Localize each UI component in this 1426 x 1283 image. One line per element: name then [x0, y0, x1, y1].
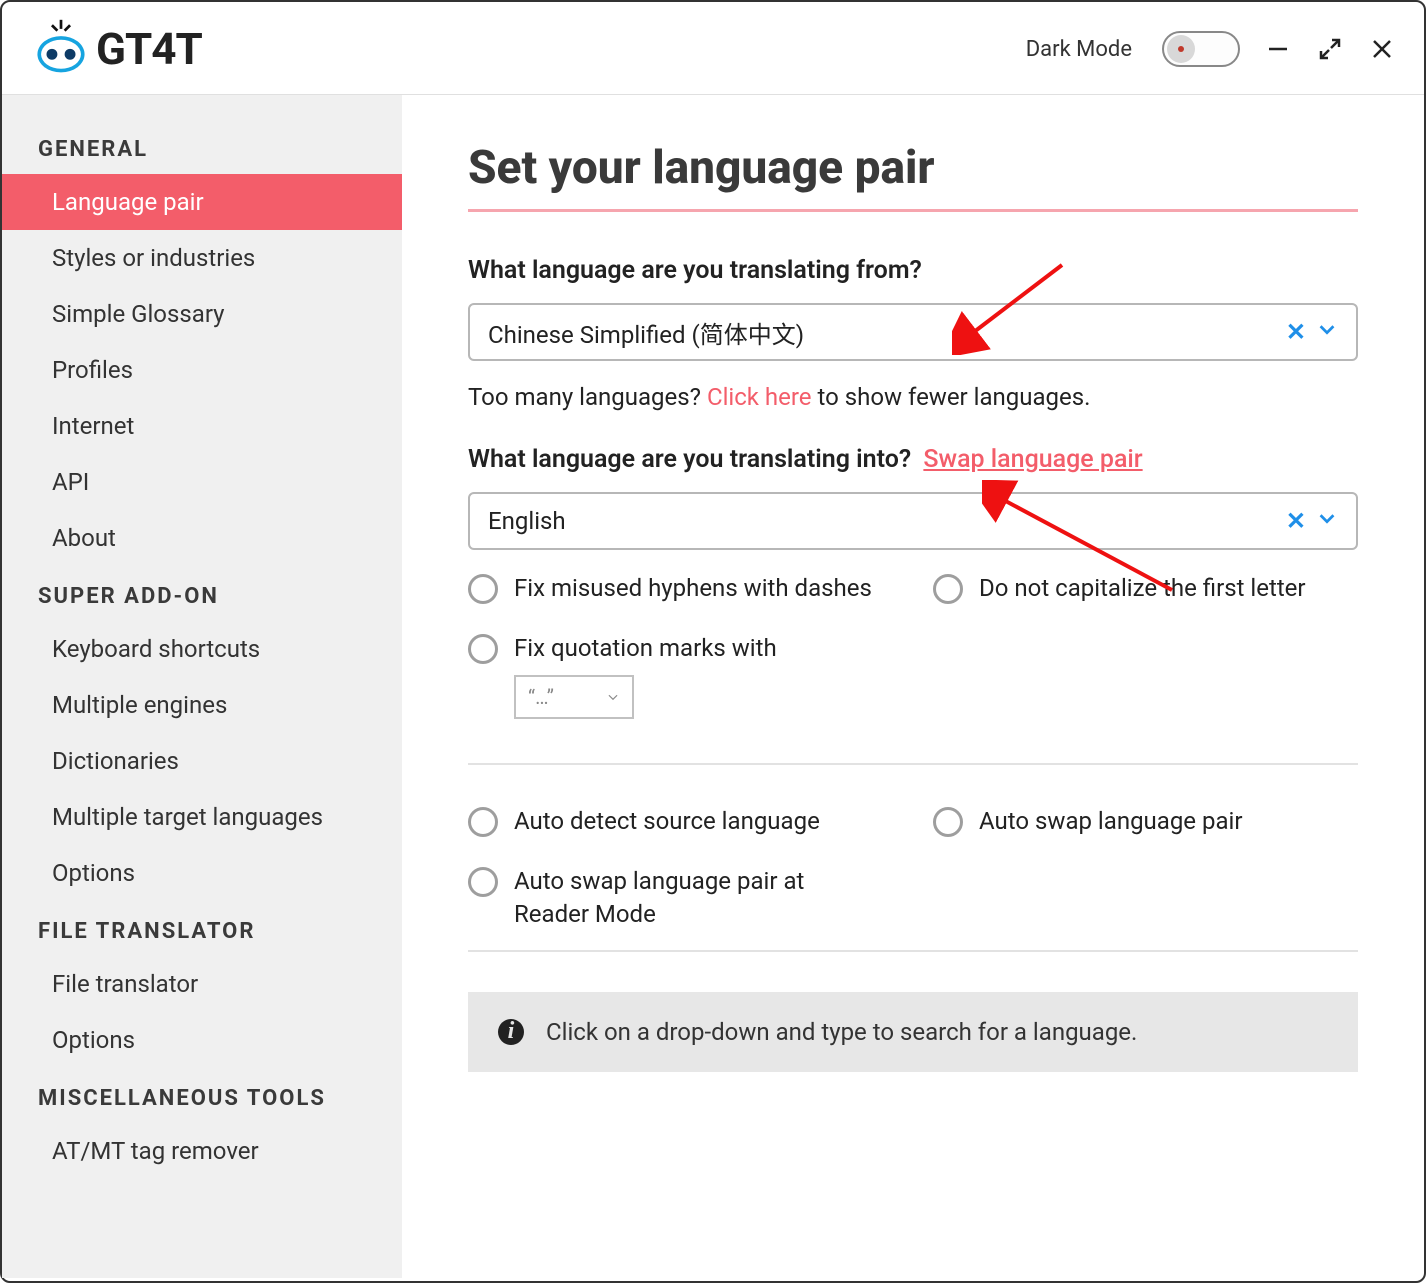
into-question: What language are you translating into? …: [468, 445, 1358, 474]
sidebar-item-styles-or-industries[interactable]: Styles or industries: [2, 230, 402, 286]
sidebar-item-simple-glossary[interactable]: Simple Glossary: [2, 286, 402, 342]
target-language-value: English: [488, 507, 566, 535]
sidebar-item-internet[interactable]: Internet: [2, 398, 402, 454]
chevron-down-icon[interactable]: [1316, 318, 1338, 346]
dark-mode-label: Dark Mode: [1026, 37, 1132, 62]
info-banner-text: Click on a drop-down and type to search …: [546, 1018, 1137, 1046]
sidebar-item-profiles[interactable]: Profiles: [2, 342, 402, 398]
sidebar[interactable]: General Language pair Styles or industri…: [2, 95, 402, 1278]
option-label: Auto swap language pair at Reader Mode: [514, 865, 814, 930]
toggle-knob: [1167, 35, 1195, 63]
divider: [468, 950, 1358, 952]
radio-icon: [933, 574, 963, 604]
source-language-value: Chinese Simplified (简体中文): [488, 315, 804, 350]
radio-icon: [933, 807, 963, 837]
minimize-button[interactable]: [1264, 35, 1292, 63]
source-language-dropdown[interactable]: Chinese Simplified (简体中文) ✕: [468, 303, 1358, 361]
info-icon: i: [498, 1019, 524, 1045]
brand-text: GT4T: [96, 23, 202, 75]
maximize-button[interactable]: [1316, 35, 1344, 63]
sidebar-item-file-options[interactable]: Options: [2, 1012, 402, 1068]
dark-mode-toggle[interactable]: [1162, 31, 1240, 67]
target-language-dropdown[interactable]: English ✕: [468, 492, 1358, 550]
sidebar-item-multiple-target-languages[interactable]: Multiple target languages: [2, 789, 402, 845]
brand: GT4T: [32, 18, 202, 80]
option-label: Do not capitalize the first letter: [979, 572, 1306, 604]
radio-icon: [468, 574, 498, 604]
main-content: Set your language pair What language are…: [402, 95, 1424, 1278]
chevron-down-icon[interactable]: [1316, 507, 1338, 535]
option-auto-swap[interactable]: Auto swap language pair: [933, 805, 1358, 837]
window-controls: Dark Mode: [1026, 31, 1396, 67]
option-label: Auto swap language pair: [979, 805, 1242, 837]
sidebar-group-super-add-on: Super Add-on: [2, 566, 402, 621]
titlebar: GT4T Dark Mode: [2, 2, 1424, 95]
too-many-languages-helper: Too many languages? Click here to show f…: [468, 383, 1358, 411]
quote-style-dropdown[interactable]: “…”: [514, 675, 634, 719]
quote-style-value: “…”: [528, 685, 554, 709]
option-label: Auto detect source language: [514, 805, 820, 837]
into-question-text: What language are you translating into?: [468, 445, 911, 474]
brand-robot-icon: [32, 18, 90, 80]
sidebar-item-keyboard-shortcuts[interactable]: Keyboard shortcuts: [2, 621, 402, 677]
option-auto-swap-reader[interactable]: Auto swap language pair at Reader Mode: [468, 865, 893, 930]
sidebar-group-general: General: [2, 119, 402, 174]
info-banner: i Click on a drop-down and type to searc…: [468, 992, 1358, 1072]
sidebar-item-dictionaries[interactable]: Dictionaries: [2, 733, 402, 789]
option-label: Fix quotation marks with: [514, 632, 777, 664]
option-auto-detect[interactable]: Auto detect source language: [468, 805, 893, 837]
sidebar-item-super-options[interactable]: Options: [2, 845, 402, 901]
option-no-capitalize[interactable]: Do not capitalize the first letter: [933, 572, 1358, 604]
target-clear-icon[interactable]: ✕: [1286, 507, 1306, 535]
sidebar-group-file-translator: File Translator: [2, 901, 402, 956]
radio-icon: [468, 634, 498, 664]
sidebar-item-file-translator[interactable]: File translator: [2, 956, 402, 1012]
helper-pre: Too many languages?: [468, 383, 707, 411]
sidebar-item-language-pair[interactable]: Language pair: [2, 174, 402, 230]
helper-post: to show fewer languages.: [812, 383, 1091, 411]
from-question: What language are you translating from?: [468, 256, 1358, 285]
options-block-2: Auto detect source language Auto swap la…: [468, 805, 1358, 930]
sidebar-group-miscellaneous-tools: Miscellaneous Tools: [2, 1068, 402, 1123]
radio-icon: [468, 867, 498, 897]
source-clear-icon[interactable]: ✕: [1286, 318, 1306, 346]
option-fix-quotes[interactable]: Fix quotation marks with “…”: [468, 632, 893, 718]
close-button[interactable]: [1368, 35, 1396, 63]
page-title: Set your language pair: [468, 141, 1358, 212]
sidebar-item-multiple-engines[interactable]: Multiple engines: [2, 677, 402, 733]
sidebar-item-api[interactable]: API: [2, 454, 402, 510]
show-fewer-languages-link[interactable]: Click here: [707, 383, 812, 411]
option-fix-hyphens[interactable]: Fix misused hyphens with dashes: [468, 572, 893, 604]
radio-icon: [468, 807, 498, 837]
sidebar-item-about[interactable]: About: [2, 510, 402, 566]
swap-language-pair-link[interactable]: Swap language pair: [923, 445, 1142, 474]
divider: [468, 763, 1358, 765]
option-label: Fix misused hyphens with dashes: [514, 572, 872, 604]
sidebar-item-atmt-tag-remover[interactable]: AT/MT tag remover: [2, 1123, 402, 1179]
options-block-1: Fix misused hyphens with dashes Do not c…: [468, 572, 1358, 719]
chevron-down-icon: [606, 690, 620, 704]
